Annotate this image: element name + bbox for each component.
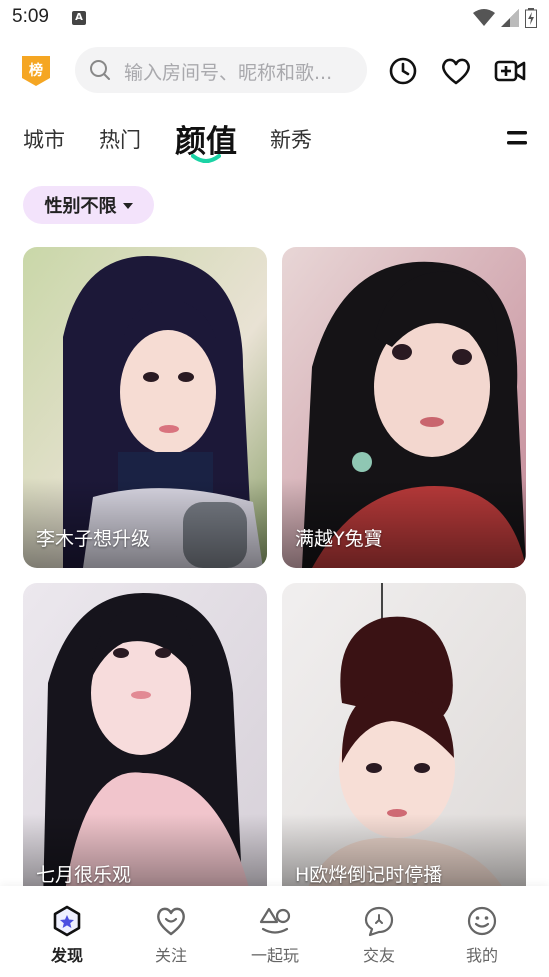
room-nickname: H欧烨倒记时停播 — [295, 864, 443, 886]
nav-profile[interactable]: 我的 — [442, 904, 522, 966]
nav-label: 发现 — [50, 946, 83, 965]
history-clock-icon[interactable] — [387, 56, 419, 86]
bottom-navigation: 发现 关注 一起玩 交友 我的 — [0, 886, 549, 977]
heart-icon[interactable] — [440, 56, 472, 86]
filter-label: 性别不限 — [44, 196, 117, 217]
nav-label: 一起玩 — [250, 946, 299, 965]
live-room-card[interactable]: H欧烨倒记时停播 — [282, 583, 526, 904]
caret-down-icon — [122, 203, 133, 209]
play-together-icon — [259, 907, 291, 934]
nav-follow[interactable]: 关注 — [131, 904, 211, 966]
video-camera-add-icon[interactable] — [494, 56, 526, 86]
top-header: 榜 输入房间号、昵称和歌... — [0, 46, 549, 94]
nav-label: 我的 — [465, 946, 498, 965]
wifi-icon — [473, 9, 495, 26]
menu-icon[interactable] — [507, 130, 527, 146]
live-room-card[interactable]: 李木子想升级 — [23, 247, 267, 568]
category-tabs: 城市 热门 颜值 新秀 — [0, 110, 549, 170]
profile-smile-icon — [467, 906, 497, 936]
discover-star-icon — [53, 905, 81, 937]
status-time: 5:09 — [12, 6, 49, 27]
rank-badge[interactable]: 榜 — [20, 56, 52, 86]
nav-make-friends[interactable]: 交友 — [339, 904, 419, 966]
active-tab-indicator — [191, 154, 221, 163]
gender-filter-dropdown[interactable]: 性别不限 — [23, 186, 154, 224]
room-nickname: 李木子想升级 — [36, 528, 151, 550]
live-room-card[interactable]: 七月很乐观 — [23, 583, 267, 904]
nav-label: 交友 — [362, 946, 395, 965]
tab-hot[interactable]: 热门 — [99, 124, 141, 154]
status-bar: 5:09 A — [0, 0, 549, 36]
chat-bubble-icon — [364, 906, 394, 937]
room-nickname: 七月很乐观 — [36, 864, 132, 886]
nav-label: 关注 — [154, 946, 187, 965]
tab-newcomer[interactable]: 新秀 — [270, 124, 312, 154]
svg-text:榜: 榜 — [29, 62, 43, 79]
nav-play-together[interactable]: 一起玩 — [235, 904, 315, 966]
search-placeholder: 输入房间号、昵称和歌... — [124, 62, 333, 84]
rank-shield-icon: 榜 — [22, 56, 50, 86]
battery-icon — [525, 8, 537, 28]
notification-a-icon: A — [72, 11, 86, 25]
signal-icon — [501, 9, 519, 27]
search-input[interactable]: 输入房间号、昵称和歌... — [75, 47, 367, 93]
nav-discover[interactable]: 发现 — [27, 904, 107, 966]
live-room-card[interactable]: 满越Y兔寶 — [282, 247, 526, 568]
room-nickname: 满越Y兔寶 — [295, 528, 383, 550]
status-icons — [473, 8, 537, 28]
follow-heart-icon — [157, 907, 185, 936]
search-icon — [90, 60, 110, 80]
tab-city[interactable]: 城市 — [23, 124, 65, 154]
